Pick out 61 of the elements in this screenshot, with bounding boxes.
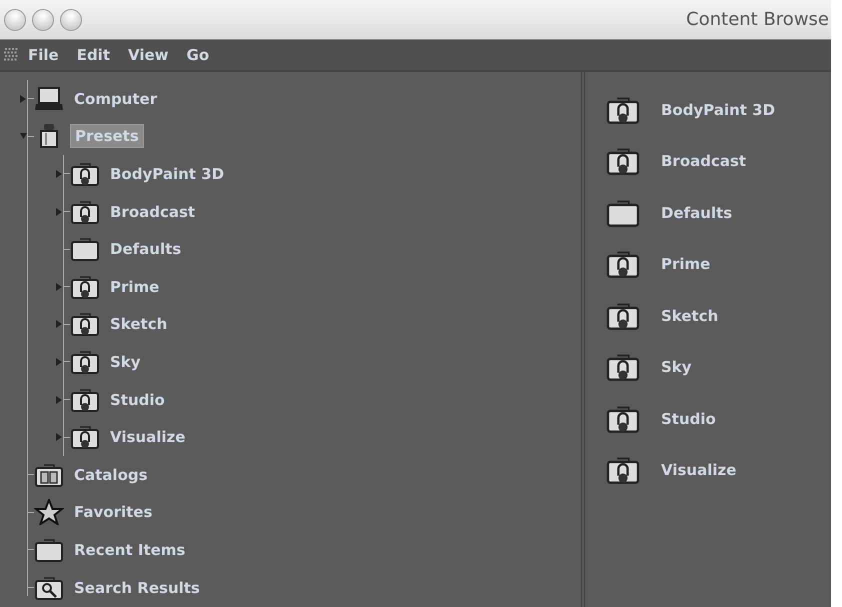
grip-icon[interactable] — [4, 48, 18, 62]
laptop-icon — [34, 86, 64, 112]
locked-folder-icon — [605, 352, 641, 382]
menu-item[interactable]: File — [28, 46, 59, 64]
locked-folder-icon — [70, 274, 100, 300]
window-control-button[interactable] — [60, 8, 82, 30]
locked-folder-icon — [70, 198, 100, 225]
locked-folder-icon — [605, 94, 641, 125]
folder-icon — [34, 536, 64, 563]
tree-item[interactable]: Studio — [106, 388, 169, 411]
disclosure-triangle-icon[interactable] — [56, 208, 63, 216]
tree-item[interactable]: Defaults — [106, 238, 186, 260]
content-item[interactable]: Studio — [605, 393, 831, 444]
menu-item[interactable]: View — [128, 46, 169, 64]
star-icon — [34, 499, 64, 526]
window-control-button[interactable] — [32, 8, 54, 30]
window-title: Content Browse — [686, 9, 830, 30]
locked-folder-icon — [70, 386, 100, 413]
content-item[interactable]: BodyPaint 3D — [605, 84, 831, 136]
content-item[interactable]: Visualize — [605, 444, 831, 496]
locked-folder-icon — [70, 311, 100, 338]
locked-folder-icon — [70, 160, 100, 187]
tree-item[interactable]: Recent Items — [70, 538, 190, 561]
disclosure-triangle-icon[interactable] — [56, 396, 63, 404]
locked-folder-icon — [605, 404, 641, 434]
content-item[interactable]: Sky — [605, 342, 831, 393]
tree-item[interactable]: Catalogs — [70, 464, 152, 486]
menu-item[interactable]: Go — [186, 46, 210, 64]
disclosure-triangle-icon[interactable] — [20, 94, 27, 103]
locked-folder-icon — [70, 348, 100, 375]
locked-folder-icon — [605, 300, 641, 331]
tree-item[interactable]: Presets — [70, 124, 144, 148]
tree-item[interactable]: Broadcast — [106, 200, 200, 223]
tree-item[interactable]: Sketch — [106, 313, 172, 336]
locked-folder-icon — [605, 146, 641, 176]
tree-item[interactable]: Sky — [106, 350, 145, 373]
locked-folder-icon — [605, 455, 641, 486]
disclosure-triangle-icon[interactable] — [56, 282, 63, 291]
tree-item[interactable]: Computer — [70, 88, 162, 110]
disclosure-triangle-icon[interactable] — [56, 433, 63, 442]
content-item[interactable]: Broadcast — [605, 136, 831, 187]
content-item[interactable]: Defaults — [605, 187, 831, 238]
folder-icon — [605, 198, 641, 228]
tree-item[interactable]: BodyPaint 3D — [106, 162, 228, 185]
disclosure-triangle-icon[interactable] — [56, 170, 63, 178]
content-item[interactable]: Sketch — [605, 290, 831, 342]
disclosure-triangle-icon[interactable] — [56, 320, 63, 328]
tree-item[interactable]: Favorites — [70, 501, 156, 524]
disclosure-triangle-icon[interactable] — [20, 132, 27, 140]
disclosure-triangle-icon[interactable] — [56, 358, 63, 366]
locked-folder-icon — [70, 424, 100, 450]
menu-item[interactable]: Edit — [76, 46, 110, 64]
window-control-button[interactable] — [4, 8, 26, 30]
folder-icon — [70, 236, 100, 262]
tree-item[interactable]: Search Results — [70, 576, 204, 599]
content-item[interactable]: Prime — [605, 238, 831, 290]
book-folder-icon — [34, 462, 64, 488]
search-folder-icon — [34, 574, 64, 601]
tree-item[interactable]: Visualize — [106, 426, 190, 448]
tree-item[interactable]: Prime — [106, 276, 164, 298]
locked-folder-icon — [605, 249, 641, 280]
